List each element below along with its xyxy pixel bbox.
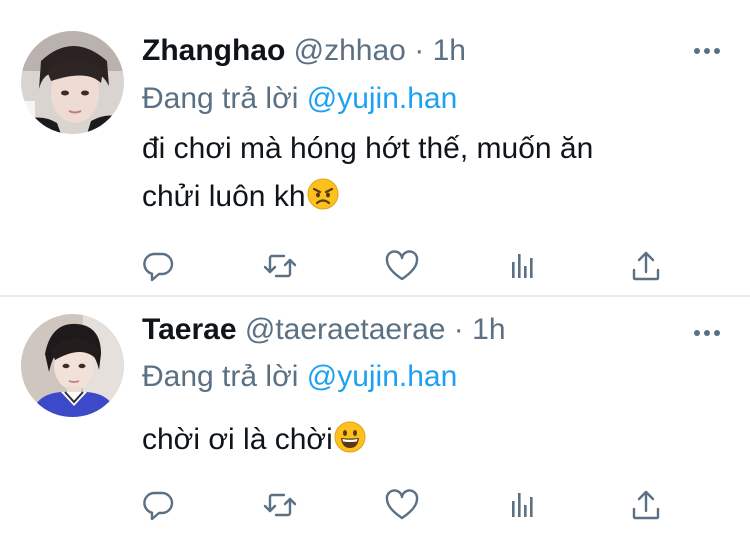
reply-mention-link[interactable]: @yujin.han [307,360,458,393]
retweet-icon[interactable] [260,485,300,525]
avatar[interactable] [21,31,124,134]
timestamp[interactable]: 1h [433,34,466,67]
tweet-text: chời ơi là chời [142,416,722,468]
separator: · [453,313,464,346]
reply-prefix: Đang trả lời [142,82,299,115]
tweet-header: Zhanghao @zhhao · 1h [142,34,466,68]
analytics-icon[interactable] [504,246,544,286]
more-options-icon[interactable] [694,44,722,58]
timestamp[interactable]: 1h [472,313,505,346]
tweet-actions [0,485,750,525]
grinning-face-icon [334,420,366,468]
more-options-icon[interactable] [694,326,722,340]
like-icon[interactable] [382,485,422,525]
separator: · [414,34,425,67]
reply-context: Đang trả lời @yujin.han [142,82,457,116]
tweet-text: đi chơi mà hóng hớt thế, muốn ăn chửi lu… [142,125,722,225]
tweet-header: Taerae @taeraetaerae · 1h [142,313,506,347]
tweet-text-line: chời ơi là chời [142,423,333,456]
user-handle[interactable]: @zhhao [294,34,406,67]
tweet-text-line: đi chơi mà hóng hớt thế, muốn ăn [142,132,594,165]
reply-icon[interactable] [138,246,178,286]
display-name[interactable]: Taerae [142,313,237,346]
tweet[interactable]: Taerae @taeraetaerae · 1h Đang trả lời @… [0,297,750,539]
reply-mention-link[interactable]: @yujin.han [307,82,458,115]
tweet-actions [0,246,750,286]
reply-icon[interactable] [138,485,178,525]
user-handle[interactable]: @taeraetaerae [245,313,446,346]
share-icon[interactable] [626,485,666,525]
share-icon[interactable] [626,246,666,286]
angry-face-icon [307,177,339,225]
tweet[interactable]: Zhanghao @zhhao · 1h Đang trả lời @yujin… [0,0,750,297]
display-name[interactable]: Zhanghao [142,34,285,67]
tweet-text-line: chửi luôn kh [142,180,306,213]
avatar[interactable] [21,314,124,417]
retweet-icon[interactable] [260,246,300,286]
reply-prefix: Đang trả lời [142,360,299,393]
analytics-icon[interactable] [504,485,544,525]
like-icon[interactable] [382,246,422,286]
reply-context: Đang trả lời @yujin.han [142,360,457,394]
